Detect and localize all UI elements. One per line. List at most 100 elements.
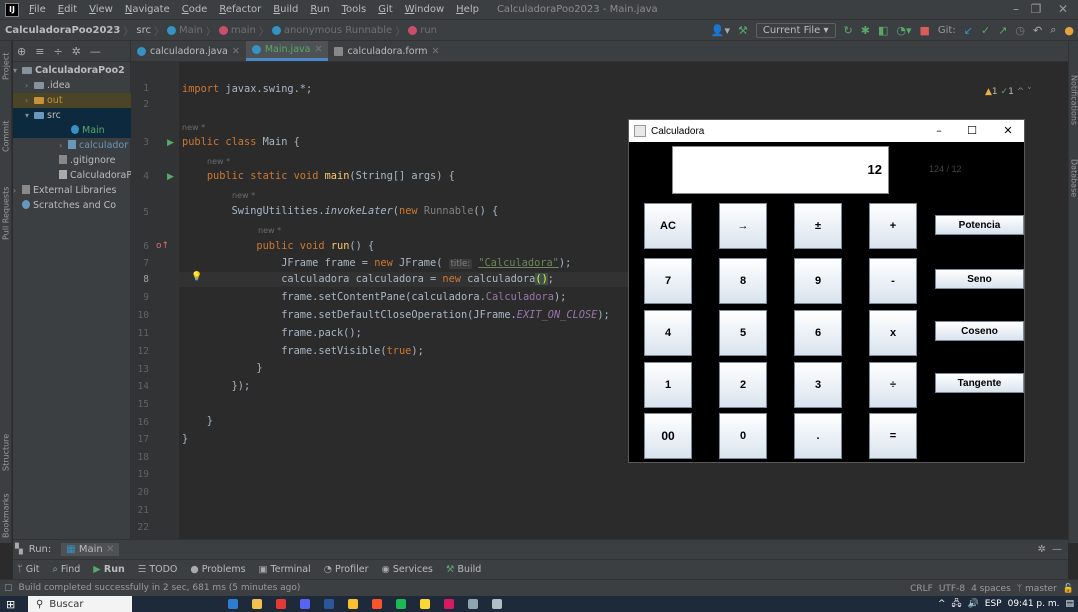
maximize-icon[interactable]: ☐: [955, 120, 989, 142]
history-icon[interactable]: ◷: [1015, 24, 1025, 37]
tab-project[interactable]: Project: [0, 43, 12, 89]
tab-pull-requests[interactable]: Pull Requests: [0, 181, 12, 245]
language-indicator[interactable]: ESP: [985, 599, 1002, 609]
button-equals[interactable]: =: [869, 413, 917, 459]
breadcrumb-main-method[interactable]: main: [231, 25, 256, 36]
tool-services[interactable]: ◉ Services: [381, 564, 432, 575]
task-view-icon[interactable]: [228, 599, 238, 609]
button-00[interactable]: 00: [644, 413, 692, 459]
menu-help[interactable]: Help: [456, 4, 479, 15]
windows-start-icon[interactable]: ⊞: [6, 598, 15, 611]
calculator-display[interactable]: 12: [672, 146, 889, 194]
tool-find[interactable]: ⌕ Find: [52, 564, 80, 575]
paint-icon[interactable]: [348, 599, 358, 609]
menu-run[interactable]: Run: [310, 4, 329, 15]
button-7[interactable]: 7: [644, 258, 692, 304]
rollback-icon[interactable]: ↶: [1033, 24, 1042, 37]
breadcrumb-run[interactable]: run: [420, 25, 437, 36]
tree-item-calculadora[interactable]: › calculador: [13, 138, 131, 153]
git-branch[interactable]: ᛘ master: [1017, 584, 1057, 594]
button-ac[interactable]: AC: [644, 203, 692, 249]
network-icon[interactable]: 🖧: [952, 596, 962, 612]
update-icon[interactable]: ●: [1064, 24, 1074, 37]
button-5[interactable]: 5: [719, 310, 767, 356]
tree-item-out[interactable]: › out: [13, 93, 131, 108]
clock[interactable]: 09:41 p. m.: [1008, 599, 1060, 609]
gear-icon[interactable]: ✲: [72, 45, 81, 58]
breadcrumb-project[interactable]: CalculadoraPoo2023: [5, 25, 120, 36]
collapse-all-icon[interactable]: ≡: [35, 45, 44, 58]
tree-item-external-libraries[interactable]: › External Libraries: [13, 183, 131, 198]
tree-item-project-root[interactable]: ▾ CalculadoraPoo2: [13, 63, 131, 78]
override-gutter-icon[interactable]: o↑: [156, 241, 169, 251]
git-commit-icon[interactable]: ✓: [981, 24, 990, 37]
tool-problems[interactable]: ● Problems: [190, 564, 245, 575]
target-icon[interactable]: ⊕: [17, 45, 26, 58]
close-icon[interactable]: ✕: [1045, 0, 1078, 19]
run-config-select[interactable]: Current File ▾: [755, 22, 836, 38]
tab-commit[interactable]: Commit: [0, 113, 12, 159]
button-3[interactable]: 3: [794, 362, 842, 408]
tool-terminal[interactable]: ▣ Terminal: [259, 564, 311, 575]
tool-build[interactable]: ⚒ Build: [446, 564, 481, 575]
button-backspace[interactable]: →: [719, 203, 767, 249]
tree-item-gitignore[interactable]: .gitignore: [13, 153, 131, 168]
tree-item-main[interactable]: Main: [13, 123, 131, 138]
lock-icon[interactable]: 🔓: [1063, 584, 1074, 594]
button-coseno[interactable]: Coseno: [935, 321, 1024, 341]
hammer-icon[interactable]: ⚒: [738, 24, 748, 37]
tab-main-java[interactable]: Main.java ✕: [245, 41, 329, 61]
tree-item-iml[interactable]: CalculadoraPo: [13, 168, 131, 183]
file-explorer-icon[interactable]: [252, 599, 262, 609]
debug-icon[interactable]: ✱: [861, 24, 870, 37]
button-plus-minus[interactable]: ±: [794, 203, 842, 249]
chevron-up-icon[interactable]: ^: [938, 599, 946, 609]
button-potencia[interactable]: Potencia: [935, 215, 1024, 235]
button-6[interactable]: 6: [794, 310, 842, 356]
user-icon[interactable]: 👤▾: [711, 24, 730, 37]
expand-all-icon[interactable]: ÷: [53, 45, 62, 58]
tab-calculadora-java[interactable]: calculadora.java ✕: [131, 41, 246, 61]
button-0[interactable]: 0: [719, 413, 767, 459]
menu-build[interactable]: Build: [273, 4, 298, 15]
button-1[interactable]: 1: [644, 362, 692, 408]
button-seno[interactable]: Seno: [935, 269, 1024, 289]
search-icon[interactable]: ⌕: [1050, 23, 1056, 37]
close-icon[interactable]: ✕: [991, 120, 1025, 142]
button-tangente[interactable]: Tangente: [935, 373, 1024, 393]
breadcrumb-src[interactable]: src: [136, 25, 151, 36]
tree-item-idea[interactable]: › .idea: [13, 78, 131, 93]
tree-item-scratches[interactable]: Scratches and Co: [13, 198, 131, 213]
menu-edit[interactable]: Edit: [58, 4, 77, 15]
stop-icon[interactable]: ■: [920, 24, 930, 37]
status-message[interactable]: Build completed successfully in 2 sec, 6…: [19, 583, 301, 593]
discord-icon[interactable]: [300, 599, 310, 609]
tab-notifications[interactable]: Notifications: [1069, 65, 1078, 135]
line-separator[interactable]: CRLF: [910, 584, 933, 594]
button-multiply[interactable]: x: [869, 310, 917, 356]
menu-window[interactable]: Window: [405, 4, 444, 15]
java-icon[interactable]: [492, 599, 502, 609]
tool-todo[interactable]: ☰ TODO: [138, 564, 178, 575]
profile-icon[interactable]: ◔▾: [896, 24, 911, 37]
hide-icon[interactable]: —: [1052, 544, 1062, 555]
menu-code[interactable]: Code: [182, 4, 208, 15]
menu-git[interactable]: Git: [378, 4, 392, 15]
spotify-icon[interactable]: [396, 599, 406, 609]
tool-profiler[interactable]: ◔ Profiler: [324, 564, 369, 575]
button-add[interactable]: +: [869, 203, 917, 249]
brave-icon[interactable]: [372, 599, 382, 609]
word-icon[interactable]: [324, 599, 334, 609]
tab-structure[interactable]: Structure: [0, 426, 12, 478]
button-divide[interactable]: ÷: [869, 362, 917, 408]
tab-database[interactable]: Database: [1069, 151, 1078, 205]
rerun-icon[interactable]: ↻: [844, 24, 853, 37]
run-gutter-icon[interactable]: ▶: [167, 172, 174, 182]
lightning-icon[interactable]: [420, 599, 430, 609]
app-icon[interactable]: [468, 599, 478, 609]
gear-icon[interactable]: ✲: [1038, 544, 1046, 555]
minimize-icon[interactable]: –: [922, 120, 956, 142]
run-gutter-icon[interactable]: ▶: [167, 138, 174, 148]
app-icon[interactable]: [444, 599, 454, 609]
run-tab-main[interactable]: ▦ Main ✕: [61, 543, 120, 556]
